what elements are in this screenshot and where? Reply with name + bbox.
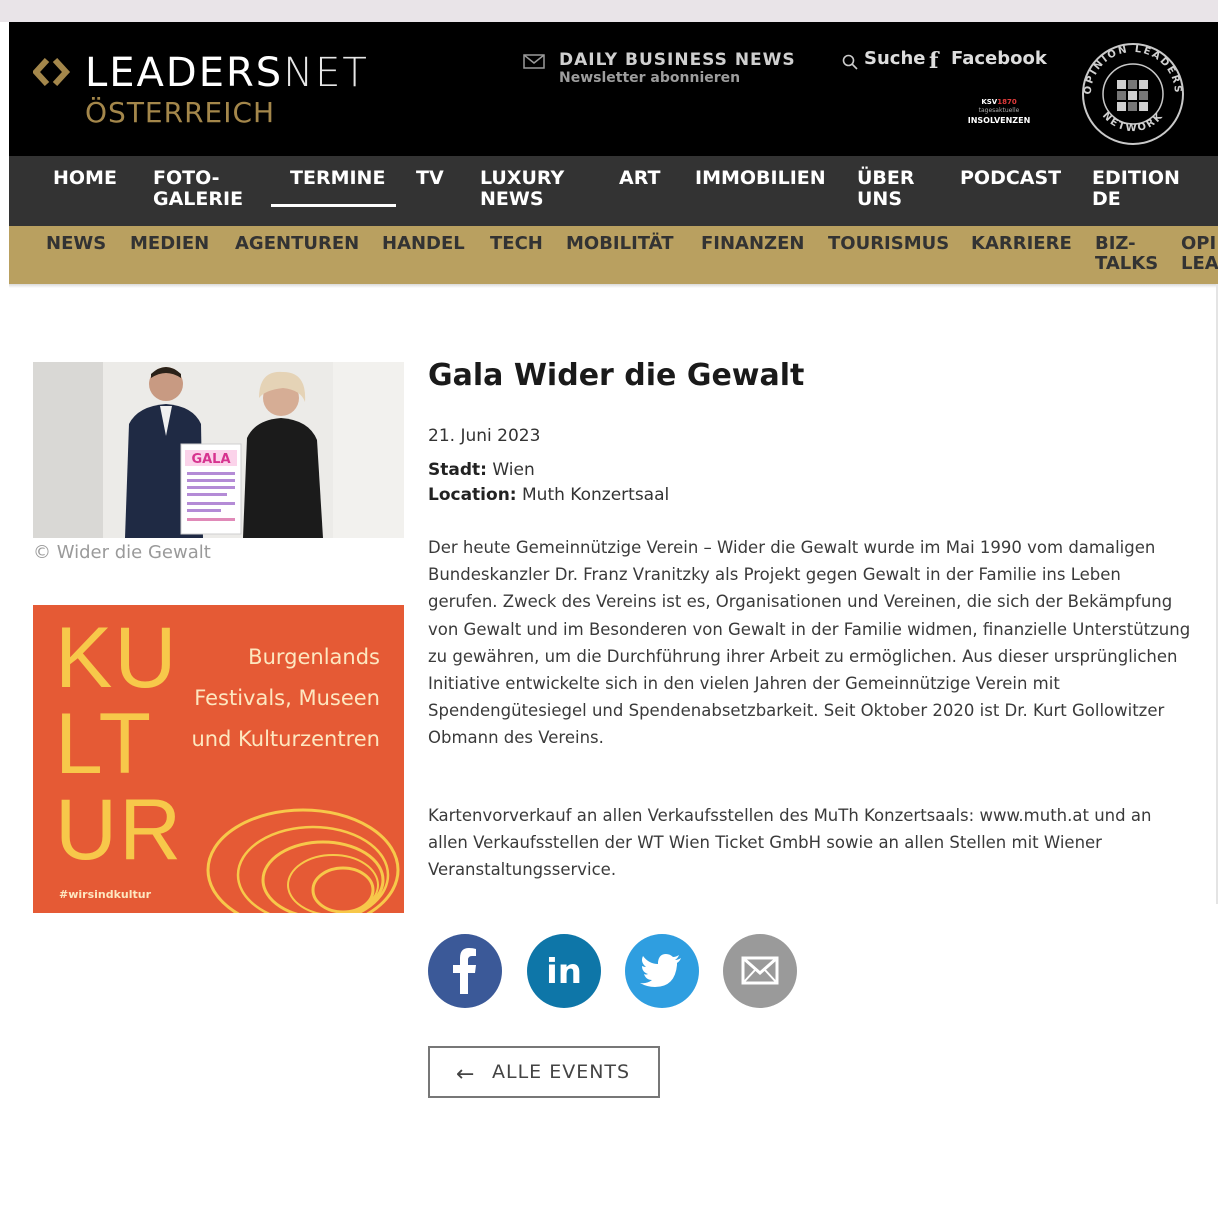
ad-hashtag: #wirsindkultur [59,888,152,901]
ksv-insolvenzen-link[interactable]: KSV1870 tagesaktuelle INSOLVENZEN [959,98,1039,126]
logo-chevrons-icon [33,58,71,86]
event-location-label: Location: [428,485,517,505]
nav-active-underline [271,204,396,207]
nav-art[interactable]: ART [619,168,660,189]
event-photo[interactable]: GALA [33,362,404,538]
nav-ueber-line2: UNS [857,188,903,210]
nav-shadow [9,284,1218,288]
ksv-title: INSOLVENZEN [967,116,1031,125]
cat-agenturen[interactable]: AGENTUREN [235,234,359,254]
cat-finanzen[interactable]: FINANZEN [701,234,804,254]
ad-swirl-graphic [206,808,400,913]
event-date: 21. Juni 2023 [428,426,541,446]
cat-medien[interactable]: MEDIEN [130,234,209,254]
cat-opinion-leaders[interactable]: OPI LEA [1181,234,1218,274]
search-icon [842,54,858,70]
arrow-left-icon: ← [456,1062,475,1087]
cat-tech[interactable]: TECH [490,234,543,254]
share-email-button[interactable] [723,934,797,1008]
ksv-brand: KSV1870 [959,98,1039,107]
nav-podcast[interactable]: PODCAST [960,168,1061,189]
share-linkedin-button[interactable]: in [527,934,601,1008]
facebook-icon [453,948,476,994]
event-city: Stadt: Wien [428,460,535,480]
twitter-icon [640,954,681,987]
ad-text-ku: KU [55,610,179,706]
event-ticket-info: Kartenvorverkauf an allen Verkaufsstelle… [428,806,1152,880]
ad-text-ur: UR [55,782,184,878]
nav-fotogalerie[interactable]: FOTO- GALERIE [153,168,243,210]
browser-top-strip [0,0,1218,22]
svg-text:NETWORK: NETWORK [1100,110,1166,134]
cat-handel[interactable]: HANDEL [382,234,465,254]
nav-ueber-uns[interactable]: ÜBER UNS [857,168,915,210]
nav-tv[interactable]: TV [416,168,444,189]
nav-edition-de[interactable]: EDITION DE [1092,168,1180,210]
nav-edition-line1: EDITION [1092,167,1180,189]
category-navigation: NEWS MEDIEN AGENTUREN HANDEL TECH MOBILI… [9,226,1218,284]
poster-text: GALA [191,452,230,467]
share-twitter-button[interactable] [625,934,699,1008]
share-facebook-button[interactable] [428,934,502,1008]
photo-caption: © Wider die Gewalt [33,542,211,563]
cat-biz-line1: BIZ- [1095,233,1136,254]
logo-wordmark-net: NET [283,50,369,96]
nav-edition-line2: DE [1092,188,1121,210]
email-icon [741,956,779,985]
nav-luxury-line1: LUXURY [480,167,565,189]
newsletter-title: DAILY BUSINESS NEWS [559,50,796,70]
page-frame: LEADERSNET ÖSTERREICH DAILY BUSINESS NEW… [9,22,1218,1225]
cat-karriere[interactable]: KARRIERE [971,234,1072,254]
ad-line-3: und Kulturzentren [191,727,380,751]
mail-icon [523,54,545,69]
cat-mobilitaet[interactable]: MOBILITÄT [566,234,674,254]
cat-opi-line2: LEA [1181,253,1218,274]
ksv-line: tagesaktuelle [978,107,1020,114]
facebook-icon: f [929,48,939,74]
nav-ueber-line1: ÜBER [857,167,915,189]
ad-line-2: Festivals, Museen [194,686,380,710]
nav-home[interactable]: HOME [53,168,117,189]
opinion-leaders-network-badge[interactable]: OPINION LEADERS NETWORK [1073,40,1193,148]
ad-text-lt: LT [55,696,153,792]
facebook-label: Facebook [951,48,1047,69]
nav-fotogalerie-line1: FOTO- [153,167,220,189]
site-header: LEADERSNET ÖSTERREICH DAILY BUSINESS NEW… [9,22,1218,156]
ksv-brand-accent: 1870 [997,98,1017,106]
main-navigation: HOME FOTO- GALERIE TERMINE TV LUXURY NEWS … [9,156,1218,226]
ad-line-1: Burgenlands [248,645,380,669]
logo-wordmark-leaders: LEADERS [85,50,284,96]
kultur-ad-banner[interactable]: KU LT UR Burgenlands Festivals, Museen u… [33,605,404,913]
cat-biz-line2: TALKS [1095,253,1159,274]
cat-opi-line1: OPI [1181,233,1217,254]
cat-news[interactable]: NEWS [46,234,106,254]
badge-bottom-text: NETWORK [1100,110,1164,134]
all-events-label: ALLE EVENTS [492,1061,631,1083]
nav-luxury-line2: NEWS [480,188,544,210]
linkedin-icon-text: in [546,952,582,992]
nav-termine[interactable]: TERMINE [290,168,385,189]
event-description: Der heute Gemeinnützige Verein – Wider d… [428,538,1191,748]
cat-biz-talks[interactable]: BIZ- TALKS [1095,234,1158,274]
event-title: Gala Wider die Gewalt [428,358,805,393]
cat-tourismus[interactable]: TOURISMUS [828,234,949,254]
logo-country: ÖSTERREICH [85,96,276,129]
nav-immobilien[interactable]: IMMOBILIEN [695,168,826,189]
event-city-label: Stadt: [428,460,487,480]
event-city-value: Wien [492,460,535,480]
search-label: Suche [864,48,926,69]
all-events-button[interactable]: ← ALLE EVENTS [428,1046,660,1098]
event-photo-image: GALA [33,362,404,538]
ksv-brand-name: KSV [981,98,998,106]
newsletter-subtitle: Newsletter abonnieren [559,70,741,86]
event-location-value: Muth Konzertsaal [522,485,670,505]
nav-fotogalerie-line2: GALERIE [153,188,244,210]
event-location: Location: Muth Konzertsaal [428,485,669,505]
linkedin-icon: in [546,952,582,992]
nav-luxury-news[interactable]: LUXURY NEWS [480,168,564,210]
logo-wordmark: LEADERSNET [85,50,369,96]
